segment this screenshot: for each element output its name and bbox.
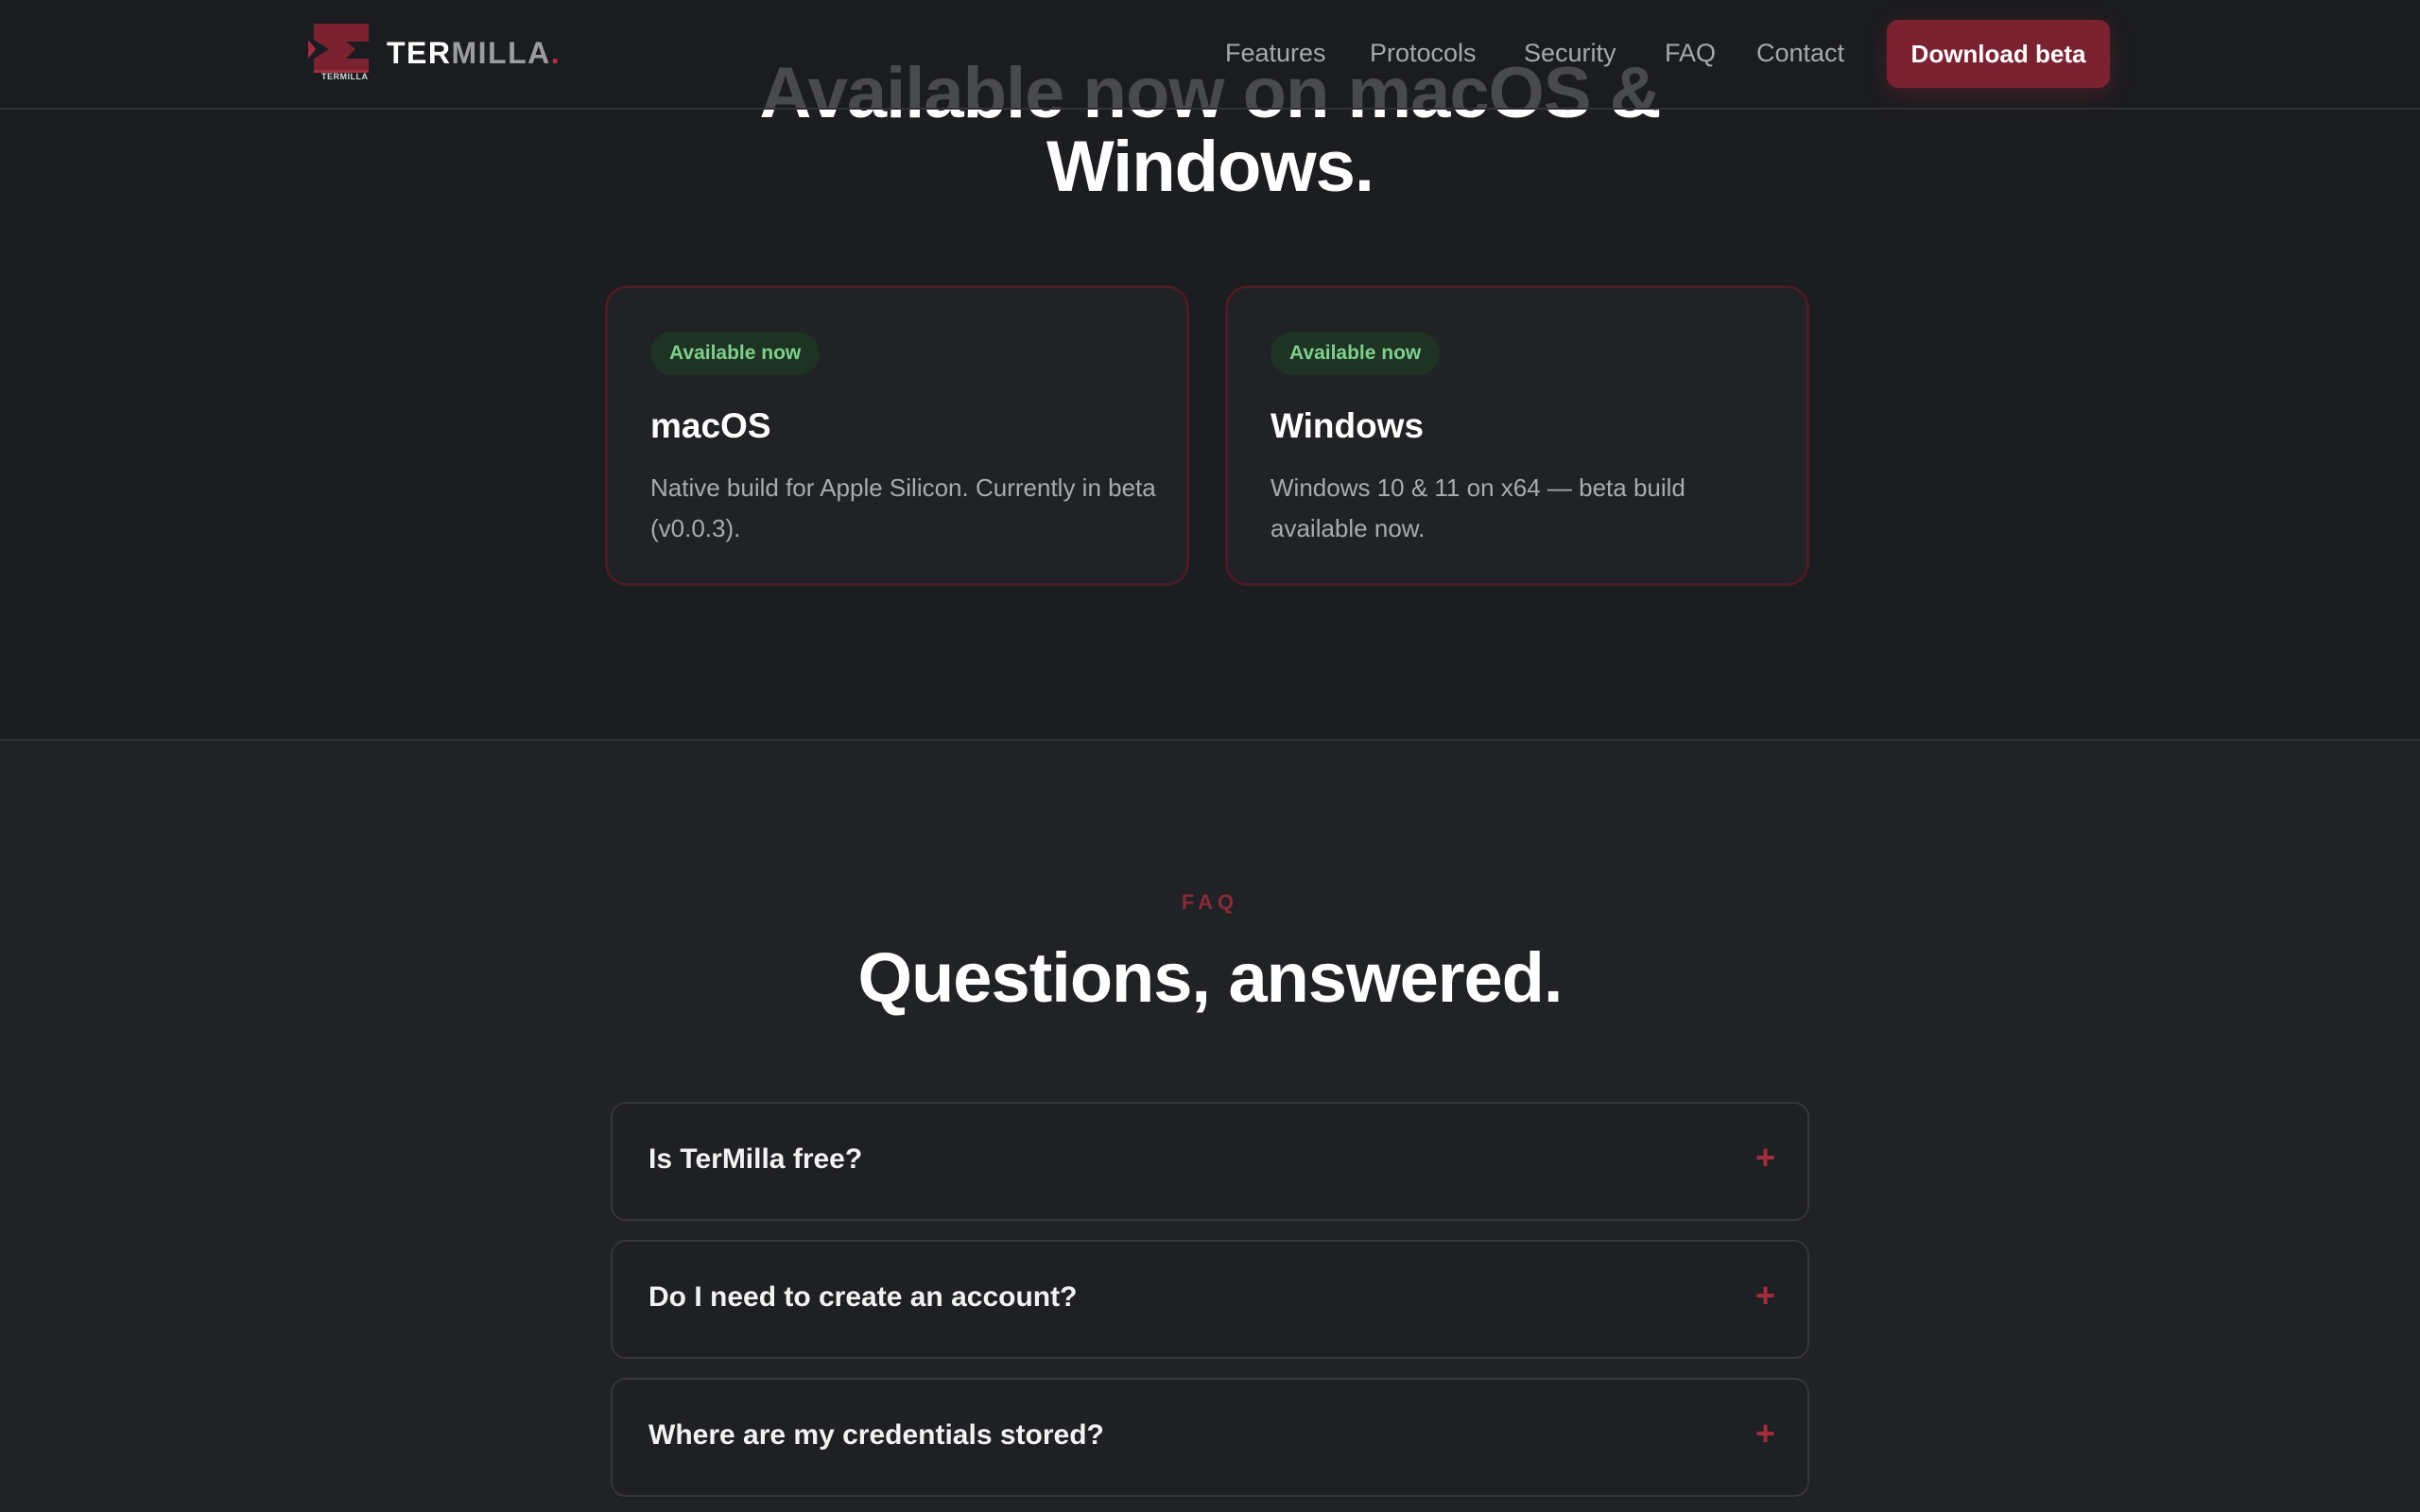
- faq-item[interactable]: Is TerMilla free? +: [611, 1102, 1809, 1221]
- expand-plus-icon[interactable]: +: [1755, 1138, 1775, 1177]
- faq-question: Do I need to create an account?: [648, 1281, 1078, 1313]
- logo-caption: TERMILLA: [321, 72, 369, 81]
- platform-cards: Available now macOS Native build for App…: [605, 285, 1815, 590]
- nav-link-protocols[interactable]: Protocols: [1370, 36, 1477, 70]
- expand-plus-icon[interactable]: +: [1755, 1414, 1775, 1453]
- download-beta-button[interactable]: Download beta: [1887, 20, 2110, 88]
- platform-card-title: macOS: [650, 406, 771, 445]
- brand-wordmark[interactable]: TERMILLA.: [387, 34, 561, 72]
- platform-card-macos[interactable]: Available now macOS Native build for App…: [605, 285, 1189, 586]
- termilla-logo-icon[interactable]: TERMILLA: [308, 21, 371, 83]
- faq-question: Where are my credentials stored?: [648, 1419, 1104, 1451]
- faq-eyebrow: FAQ: [1181, 890, 1239, 914]
- nav-link-faq[interactable]: FAQ: [1665, 36, 1716, 70]
- top-navbar: TERMILLA TERMILLA. Features Protocols Se…: [0, 0, 2420, 110]
- faq-heading: Questions, answered.: [857, 938, 1564, 1017]
- platform-card-description: Windows 10 & 11 on x64 — beta build avai…: [1270, 473, 1685, 542]
- faq-section: FAQ Questions, answered. Is TerMilla fre…: [0, 741, 2420, 1512]
- nav-link-contact[interactable]: Contact: [1756, 36, 1844, 70]
- platform-card-description: Native build for Apple Silicon. Currentl…: [650, 473, 1156, 542]
- download-section: Available now on macOS & Windows. Availa…: [0, 0, 2420, 741]
- faq-question: Is TerMilla free?: [648, 1143, 863, 1175]
- availability-badge: Available now: [650, 332, 821, 375]
- expand-plus-icon[interactable]: +: [1755, 1276, 1775, 1315]
- availability-badge: Available now: [1270, 332, 1441, 375]
- faq-item[interactable]: Where are my credentials stored? +: [611, 1378, 1809, 1497]
- download-heading-line2: Windows.: [1046, 127, 1374, 207]
- platform-card-windows[interactable]: Available now Windows Windows 10 & 11 on…: [1225, 285, 1809, 586]
- platform-card-title: Windows: [1270, 406, 1425, 445]
- nav-link-security[interactable]: Security: [1524, 36, 1616, 70]
- nav-link-features[interactable]: Features: [1225, 36, 1326, 70]
- faq-item[interactable]: Do I need to create an account? +: [611, 1240, 1809, 1359]
